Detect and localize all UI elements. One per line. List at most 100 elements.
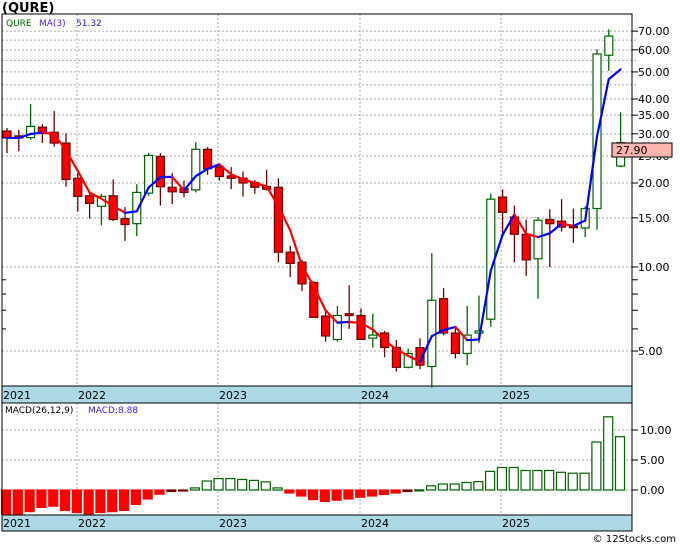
x-tick-label: 2025 (502, 389, 530, 402)
macd-bar (591, 441, 602, 491)
macd-bar (130, 489, 141, 505)
macd-bar (118, 489, 130, 511)
candle-body (368, 334, 378, 339)
macd-bar (532, 469, 543, 491)
candle-body (120, 218, 130, 226)
macd-bar (272, 487, 283, 491)
macd-bar (366, 489, 378, 497)
candle-body (450, 332, 460, 355)
macd-y-tick-label: 10.00 (640, 424, 672, 437)
macd-bar (296, 489, 307, 497)
legend-ma-label: MA(3) (39, 19, 66, 29)
candle (498, 189, 508, 235)
ma-line-segment (466, 338, 481, 342)
candle-body (521, 233, 531, 261)
candle-body (533, 219, 543, 260)
ma-line-segment (548, 222, 563, 235)
macd-bar (449, 483, 460, 491)
macd-bar (213, 478, 224, 491)
candle (226, 167, 236, 190)
candle-body (439, 298, 449, 334)
macd-bar (414, 489, 425, 492)
macd-x-tick-label: 2025 (502, 517, 530, 530)
legend-symbol: QURE (6, 19, 32, 29)
macd-bar (201, 480, 212, 491)
macd-bar (343, 489, 354, 500)
y-tick-label: 50.00 (638, 66, 670, 79)
candle-body (285, 251, 295, 265)
macd-bar (555, 471, 567, 491)
candle-body (321, 315, 331, 337)
candle (285, 245, 295, 278)
y-tick-label: 40.00 (638, 93, 670, 106)
y-tick-label: 35.00 (638, 109, 670, 122)
macd-bar (166, 489, 177, 493)
macd-bar (485, 470, 496, 491)
y-tick-label: 15.00 (638, 212, 670, 225)
candle-body (203, 148, 213, 170)
macd-legend-label: MACD(26,12,9) (5, 406, 73, 416)
macd-x-tick-label: 2023 (219, 517, 247, 530)
macd-bar (473, 481, 484, 491)
candle-body (73, 177, 83, 198)
macd-bar (307, 489, 319, 501)
y-tick-label: 10.00 (638, 261, 670, 274)
y-tick-label: 20.00 (638, 177, 670, 190)
candle (391, 339, 401, 372)
candle (615, 112, 626, 168)
macd-bar (425, 485, 437, 491)
candle-body (356, 314, 366, 341)
candle-body (545, 218, 555, 225)
candle (61, 133, 71, 187)
macd-bar (579, 472, 590, 491)
candle (191, 142, 201, 193)
macd-bar (496, 466, 508, 491)
candle (84, 193, 95, 219)
macd-bar (12, 489, 23, 515)
stock-chart: (QURE) 2021 2021 2022 2022 2023 2023 2024 2024 2… (0, 0, 680, 546)
macd-bar (390, 489, 401, 494)
ma-line-segment (336, 320, 351, 324)
candle (273, 178, 283, 263)
candle-body (344, 313, 354, 317)
macd-x-tick-label: 2022 (78, 517, 106, 530)
macd-bar (603, 416, 614, 491)
candle-body (427, 299, 437, 368)
candle-body (191, 148, 201, 191)
last-price-value: 27.90 (616, 144, 648, 157)
y-tick-label: 70.00 (638, 25, 670, 38)
ma-line-segment (348, 320, 363, 325)
macd-bar (544, 469, 555, 491)
macd-bar (24, 489, 35, 513)
candle-body (61, 142, 71, 181)
candle-body (84, 195, 95, 205)
macd-bar (508, 466, 519, 491)
macd-bar (189, 487, 201, 491)
macd-bar (36, 489, 47, 508)
macd-bar (225, 478, 236, 491)
macd-bar (178, 489, 189, 492)
x-tick-label: 2022 (78, 389, 106, 402)
macd-y-tick-label: 5.00 (640, 454, 665, 467)
macd-bar (461, 481, 472, 491)
y-tick-label: 30.00 (638, 128, 670, 141)
candle (321, 310, 331, 342)
ma-line-segment (29, 131, 44, 136)
macd-bar (614, 436, 626, 491)
candle-body (214, 166, 224, 178)
macd-bar (107, 489, 118, 513)
macd-bar (567, 472, 578, 491)
macd-bar (59, 489, 71, 511)
candle-body (604, 35, 614, 56)
macd-bar (237, 478, 248, 491)
macd-bar (437, 483, 448, 491)
candle-body (155, 155, 165, 188)
macd-legend-value: MACD:8.88 (88, 406, 138, 416)
candle (49, 111, 59, 147)
macd-bar (319, 489, 330, 502)
candle (332, 305, 342, 342)
candle-body (474, 330, 484, 334)
macd-bar (83, 489, 94, 515)
ma-line-segment (123, 210, 138, 214)
macd-bar (154, 489, 165, 495)
